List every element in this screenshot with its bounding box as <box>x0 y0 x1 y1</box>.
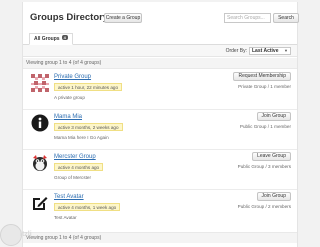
group-meta: Public Group / 2 members <box>237 204 291 209</box>
activity-badge: active 4 months, 1 week ago <box>54 203 121 211</box>
group-meta: Public Group / 1 member <box>239 124 291 129</box>
group-avatar[interactable] <box>31 74 49 92</box>
order-by-label: Order By: <box>225 48 247 54</box>
order-by-select[interactable]: Last Active ▼ <box>249 47 291 55</box>
pagination-count-top: Viewing group 1 to 4 (of 4 groups) <box>23 58 297 69</box>
group-description: Test Avatar <box>54 215 77 220</box>
group-description: Group of Mercster <box>54 175 92 180</box>
list-item: Private Group active 1 hour, 22 minutes … <box>23 70 297 110</box>
activity-badge: active 1 hour, 22 minutes ago <box>54 83 123 91</box>
leave-group-button[interactable]: Leave Group <box>252 152 291 161</box>
create-group-button[interactable]: Create a Group <box>104 13 142 23</box>
order-bar: Order By: Last Active ▼ <box>23 45 297 57</box>
activity-badge: active 4 months ago <box>54 163 104 171</box>
tab-all-groups[interactable]: All Groups 4 <box>29 33 73 45</box>
watermark-text: itzli <box>20 231 32 238</box>
groups-directory-page: Groups Directory Create a Group Search G… <box>22 2 299 247</box>
chevron-down-icon: ▼ <box>284 48 288 53</box>
directory-header: Groups Directory Create a Group Search G… <box>30 11 299 27</box>
group-name-link[interactable]: Mama Mia <box>54 114 82 120</box>
group-description: A private group <box>54 95 85 100</box>
tab-bar: All Groups 4 <box>23 31 297 45</box>
mascot-avatar[interactable] <box>31 154 49 172</box>
group-description: Mama Mia here I Go Again <box>54 135 109 140</box>
activity-badge: active 3 months, 2 weeks ago <box>54 123 123 131</box>
group-name-link[interactable]: Test Avatar <box>54 194 84 200</box>
list-item: Test Avatar active 4 months, 1 week ago … <box>23 190 297 230</box>
join-group-button[interactable]: Join Group <box>256 192 291 201</box>
watermark-logo <box>0 224 22 246</box>
info-icon[interactable] <box>31 114 49 132</box>
tab-count-badge: 4 <box>61 35 68 40</box>
edit-icon[interactable] <box>31 194 49 212</box>
tab-label: All Groups <box>34 36 60 42</box>
request-membership-button[interactable]: Request Membership <box>233 72 291 81</box>
join-group-button[interactable]: Join Group <box>256 112 291 121</box>
page-title: Groups Directory <box>30 12 109 23</box>
group-name-link[interactable]: Private Group <box>54 74 91 80</box>
search-button[interactable]: Search <box>273 13 299 23</box>
search-input[interactable]: Search Groups... <box>224 13 271 23</box>
group-meta: Private Group / 1 member <box>238 84 291 89</box>
order-by-value: Last Active <box>252 48 279 54</box>
pagination-count-bottom: Viewing group 1 to 4 (of 4 groups) <box>23 232 297 243</box>
list-item: Mercster Group active 4 months ago Group… <box>23 150 297 190</box>
group-meta: Public Group / 3 members <box>237 164 291 169</box>
list-item: Mama Mia active 3 months, 2 weeks ago Ma… <box>23 110 297 150</box>
group-name-link[interactable]: Mercster Group <box>54 154 96 160</box>
